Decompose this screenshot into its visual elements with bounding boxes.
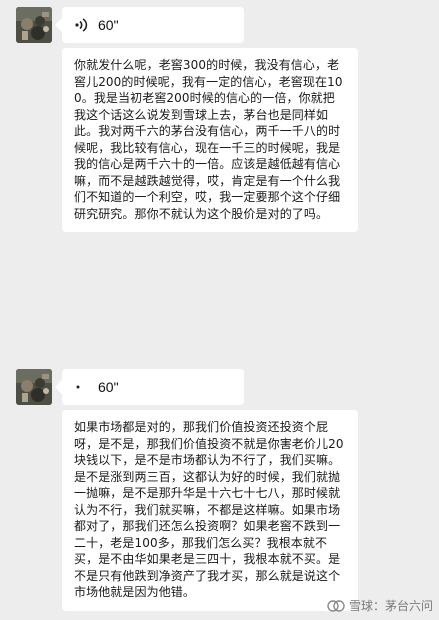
voice-transcription-text[interactable]: 你就发什么呢，老窖300的时候，我没有信心，老窖儿200的时候呢，我有一定的信心… <box>62 48 358 232</box>
avatar[interactable] <box>16 369 52 405</box>
voice-duration: 60" <box>98 17 119 33</box>
voice-message-bubble[interactable]: 60" <box>62 369 244 405</box>
voice-transcription-text[interactable]: 如果市场都是对的，那我们价值投资还投资个屁呀，是不是，那我们价值投资不就是你害老… <box>62 410 358 611</box>
avatar[interactable] <box>16 7 52 43</box>
watermark-text: 雪球：茅台六问 <box>348 599 433 613</box>
voice-message-bubble[interactable]: 60" <box>62 7 244 43</box>
watermark: 雪球：茅台六问 <box>327 597 433 614</box>
voice-duration: 60" <box>98 379 119 395</box>
voice-wave-icon <box>74 17 90 33</box>
voice-dot-icon <box>74 379 90 395</box>
snowball-logo-icon <box>327 599 345 613</box>
